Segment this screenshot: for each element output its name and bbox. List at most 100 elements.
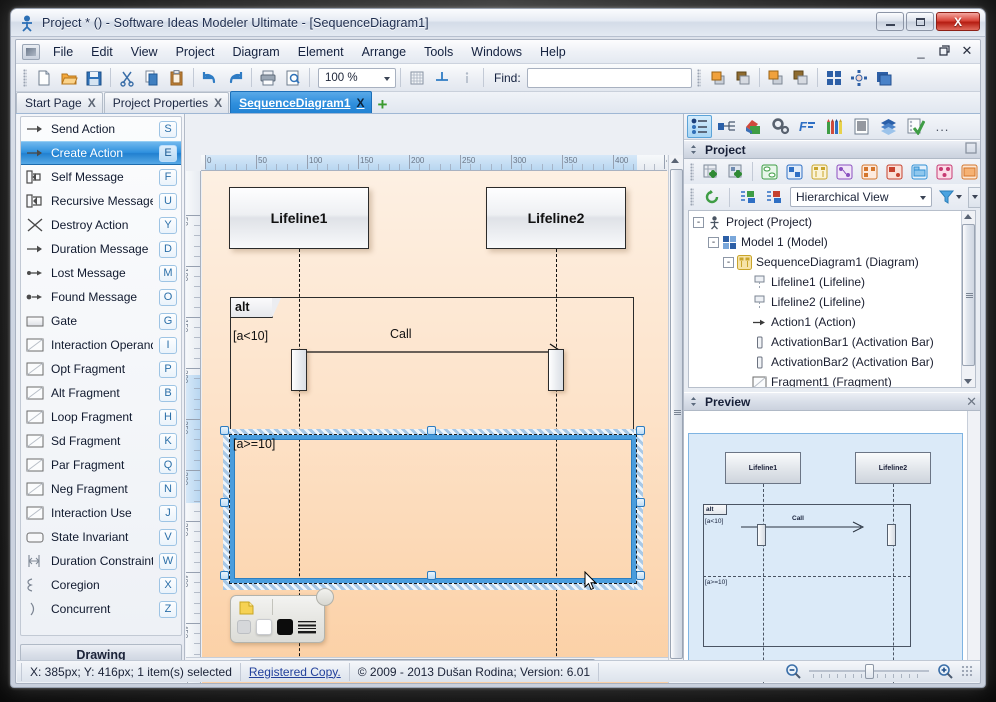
tree-expander[interactable]: -	[708, 236, 719, 248]
info-icon[interactable]	[455, 66, 479, 89]
zoom-slider-thumb[interactable]	[865, 664, 874, 679]
checklist-icon[interactable]	[903, 115, 928, 138]
tree-row[interactable]: Lifeline1 (Lifeline)	[689, 272, 960, 292]
resize-handle-nw[interactable]	[220, 426, 229, 435]
palette-item-sd-fragment[interactable]: Sd Fragment K	[21, 429, 181, 453]
palette-item-opt-fragment[interactable]: Opt Fragment P	[21, 357, 181, 381]
undo-arrow-icon[interactable]	[198, 66, 222, 89]
palette-item-recursive-message[interactable]: Recursive Message U	[21, 189, 181, 213]
zoom-level-combo[interactable]: 100 %	[318, 67, 396, 88]
palette-item-state-invariant[interactable]: State Invariant V	[21, 525, 181, 549]
tree-row[interactable]: Action1 (Action)	[689, 312, 960, 332]
resize-grip[interactable]	[961, 665, 973, 677]
open-folder-icon[interactable]	[57, 66, 81, 89]
filter-funnel-icon[interactable]	[934, 186, 958, 209]
tree-row[interactable]: - Model 1 (Model)	[689, 232, 960, 252]
resize-handle-ne[interactable]	[636, 426, 645, 435]
layout-radial-icon[interactable]	[847, 66, 871, 89]
paste-clipboard-icon[interactable]	[165, 66, 189, 89]
fill-color-icon[interactable]	[239, 601, 255, 620]
copy-icon[interactable]	[140, 66, 164, 89]
snap-icon[interactable]	[430, 66, 454, 89]
menu-project[interactable]: Project	[167, 42, 224, 62]
scroll-up-arrow[interactable]	[671, 158, 679, 163]
tree-scroll-up-arrow[interactable]	[964, 214, 972, 219]
canvas-vertical-scrollbar[interactable]	[668, 155, 683, 683]
tree-row[interactable]: Fragment1 (Fragment)	[689, 372, 960, 387]
mdi-app-icon[interactable]	[22, 43, 40, 60]
toolbar-grip[interactable]	[23, 68, 27, 87]
palette-item-create-action[interactable]: Create Action E	[21, 141, 181, 165]
mdi-close-button[interactable]: ✕	[960, 43, 974, 59]
resize-handle-e[interactable]	[636, 498, 645, 507]
pencils-style-icon[interactable]	[822, 115, 847, 138]
swatch-gray[interactable]	[237, 620, 251, 634]
palette-item-lost-message[interactable]: Lost Message M	[21, 261, 181, 285]
palette-item-alt-fragment[interactable]: Alt Fragment B	[21, 381, 181, 405]
print-icon[interactable]	[256, 66, 280, 89]
preview-viewport[interactable]: Lifeline1 Lifeline2 alt [a<10] Call [a>=…	[684, 411, 980, 683]
zoom-out-icon[interactable]	[785, 663, 801, 679]
send-to-back-icon[interactable]	[789, 66, 813, 89]
call-message-arrow[interactable]	[292, 343, 567, 363]
resize-handle-se[interactable]	[636, 571, 645, 580]
add-model-icon[interactable]	[699, 160, 723, 183]
preview-diagram[interactable]: Lifeline1 Lifeline2 alt [a<10] Call [a>=…	[688, 433, 963, 683]
format-icon[interactable]: F	[795, 115, 820, 138]
menu-help[interactable]: Help	[531, 42, 575, 62]
activation-bar-2[interactable]	[548, 349, 564, 391]
palette-item-interaction-use[interactable]: Interaction Use J	[21, 501, 181, 525]
vertical-scroll-thumb[interactable]	[670, 169, 683, 659]
project-tree-icon[interactable]	[687, 115, 712, 138]
deployment-diagram-icon[interactable]	[957, 160, 980, 183]
tab-close-icon[interactable]: X	[357, 96, 365, 110]
project-panel-close-icon[interactable]	[965, 142, 977, 157]
mini-toolbar-expand-handle[interactable]	[316, 588, 334, 606]
palette-item-self-message[interactable]: Self Message F	[21, 165, 181, 189]
resize-handle-sw[interactable]	[220, 571, 229, 580]
state-diagram-icon[interactable]	[832, 160, 856, 183]
tree-expander[interactable]: -	[693, 216, 704, 228]
swatch-white[interactable]	[256, 619, 272, 635]
add-tab-button[interactable]: +	[378, 96, 388, 113]
preview-vertical-scrollbar[interactable]	[967, 411, 980, 672]
tree-expander[interactable]: -	[723, 256, 734, 268]
zoom-slider[interactable]	[809, 663, 929, 679]
sequence-diagram-icon[interactable]	[807, 160, 831, 183]
tab-start-page[interactable]: Start Page X	[16, 92, 103, 113]
tab-sequencediagram1[interactable]: SequenceDiagram1 X	[230, 91, 372, 113]
floating-format-toolbar[interactable]	[230, 588, 334, 643]
selected-operand-rect[interactable]	[229, 434, 637, 584]
expand-tree-icon[interactable]	[735, 186, 759, 209]
resize-handle-w[interactable]	[220, 498, 229, 507]
object-diagram-icon[interactable]	[857, 160, 881, 183]
minimize-button[interactable]	[876, 12, 904, 31]
resize-handle-n[interactable]	[427, 426, 436, 435]
menu-element[interactable]: Element	[289, 42, 353, 62]
swatch-black[interactable]	[277, 619, 293, 635]
bring-forward-icon[interactable]	[706, 66, 730, 89]
tree-row[interactable]: ActivationBar2 (Activation Bar)	[689, 352, 960, 372]
tree-row[interactable]: - Project (Project)	[689, 212, 960, 232]
tree-row[interactable]: Lifeline2 (Lifeline)	[689, 292, 960, 312]
view-mode-combo[interactable]: Hierarchical View	[790, 187, 933, 207]
menu-tools[interactable]: Tools	[415, 42, 462, 62]
preview-panel-close-icon[interactable]: ✕	[966, 394, 977, 410]
shapes-icon[interactable]	[741, 115, 766, 138]
line-style-icon[interactable]	[298, 620, 316, 639]
lifeline1-box[interactable]: Lifeline1	[229, 187, 369, 249]
find-input[interactable]	[526, 67, 692, 88]
activity-diagram-icon[interactable]	[932, 160, 956, 183]
mdi-minimize-button[interactable]: _	[914, 44, 928, 59]
menu-diagram[interactable]: Diagram	[223, 42, 288, 62]
new-document-icon[interactable]	[32, 66, 56, 89]
diagram-canvas[interactable]: Lifeline1 Lifeline2 alt [a<10] Call [a>=…	[202, 171, 668, 683]
save-disk-icon[interactable]	[82, 66, 106, 89]
tree-vertical-scrollbar[interactable]	[961, 211, 975, 387]
gears-settings-icon[interactable]	[768, 115, 793, 138]
grid-icon[interactable]	[405, 66, 429, 89]
palette-item-concurrent[interactable]: Concurrent Z	[21, 597, 181, 621]
package-diagram-icon[interactable]	[907, 160, 931, 183]
palette-item-loop-fragment[interactable]: Loop Fragment H	[21, 405, 181, 429]
send-backward-icon[interactable]	[731, 66, 755, 89]
